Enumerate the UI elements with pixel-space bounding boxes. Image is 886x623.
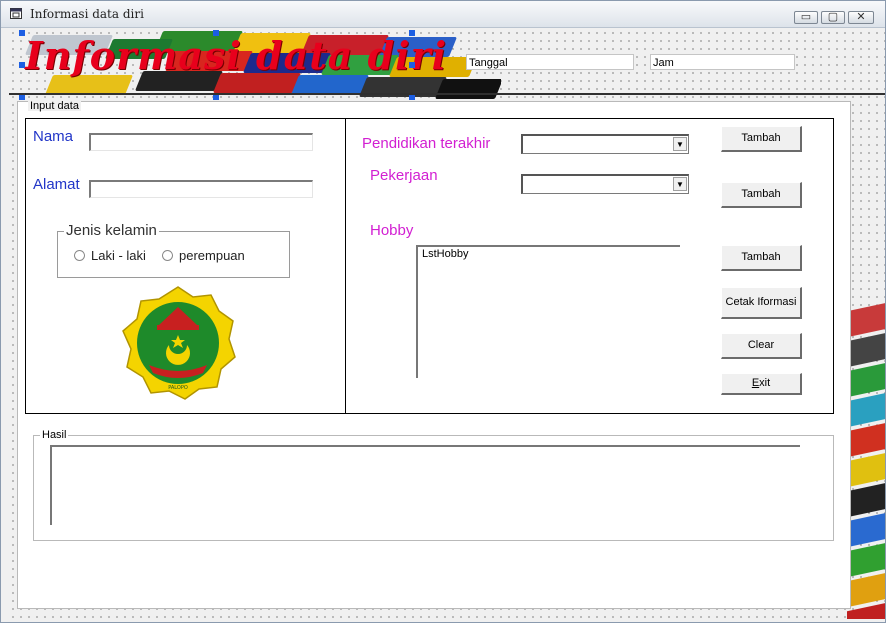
exit-label: xit (759, 377, 771, 389)
selection-handle[interactable] (409, 30, 415, 36)
nama-field[interactable] (89, 133, 313, 151)
selection-handle[interactable] (19, 30, 25, 36)
header-divider (9, 93, 885, 95)
hasil-frame: Hasil (33, 429, 834, 541)
hasil-textbox[interactable] (50, 445, 800, 525)
pekerjaan-combobox[interactable]: ▼ (521, 174, 689, 194)
nama-label: Nama (33, 128, 74, 145)
side-decoration-image (847, 297, 885, 619)
selection-handle[interactable] (213, 30, 219, 36)
selection-handle[interactable] (409, 62, 415, 68)
application-window: Informasi data diri ▭ ▢ ✕ Informasi data… (0, 0, 886, 623)
form-heading[interactable]: Informasi data diri (25, 33, 447, 78)
pekerjaan-label: Pekerjaan (370, 167, 438, 184)
minimize-icon: ▭ (800, 11, 812, 23)
selection-handle[interactable] (19, 62, 25, 68)
form-icon (10, 8, 22, 19)
panel-divider (345, 119, 346, 413)
jam-field[interactable]: Jam (650, 54, 795, 70)
radio-laki-laki-label: Laki - laki (91, 248, 146, 263)
form-canvas: Informasi data diri Tanggal Jam Input da… (9, 29, 885, 619)
exit-button[interactable]: Exit (721, 373, 802, 395)
radio-perempuan-label: perempuan (179, 248, 245, 263)
alamat-field[interactable] (89, 180, 313, 198)
maximize-button[interactable]: ▢ (821, 11, 845, 24)
window-title: Informasi data diri (30, 7, 144, 21)
pendidikan-label: Pendidikan terakhir (362, 135, 491, 152)
cetak-informasi-button[interactable]: Cetak Iformasi (721, 287, 802, 319)
radio-perempuan[interactable]: perempuan (162, 248, 245, 263)
hobby-listbox[interactable]: LstHobby (416, 245, 680, 378)
clear-button[interactable]: Clear (721, 333, 802, 359)
tanggal-field[interactable]: Tanggal (466, 54, 634, 70)
radio-circle-icon (162, 250, 173, 261)
minimize-button[interactable]: ▭ (794, 11, 818, 24)
tambah-pendidikan-button[interactable]: Tambah (721, 126, 802, 152)
close-icon: ✕ (856, 11, 866, 23)
hasil-legend: Hasil (40, 429, 69, 441)
hobby-label: Hobby (370, 222, 414, 239)
input-data-frame: Input data Nama Alamat Jenis kelamin Lak… (17, 101, 851, 609)
close-button[interactable]: ✕ (848, 11, 874, 24)
title-bar[interactable]: Informasi data diri ▭ ▢ ✕ (1, 1, 885, 28)
tambah-pekerjaan-button[interactable]: Tambah (721, 182, 802, 208)
radio-laki-laki[interactable]: Laki - laki (74, 248, 146, 263)
dropdown-arrow-icon[interactable]: ▼ (673, 137, 687, 151)
input-data-legend: Input data (28, 100, 81, 112)
logo-caption: PALOPO (168, 385, 188, 391)
maximize-icon: ▢ (827, 11, 839, 23)
pendidikan-combobox[interactable]: ▼ (521, 134, 689, 154)
tambah-hobby-button[interactable]: Tambah (721, 245, 802, 271)
dropdown-arrow-icon[interactable]: ▼ (673, 177, 687, 191)
alamat-label: Alamat (33, 176, 80, 193)
radio-circle-icon (74, 250, 85, 261)
institution-logo: PALOPO (122, 286, 236, 400)
jenis-kelamin-legend: Jenis kelamin (64, 222, 159, 239)
jenis-kelamin-group: Jenis kelamin Laki - laki perempuan (57, 222, 290, 278)
list-item[interactable]: LstHobby (422, 248, 468, 260)
